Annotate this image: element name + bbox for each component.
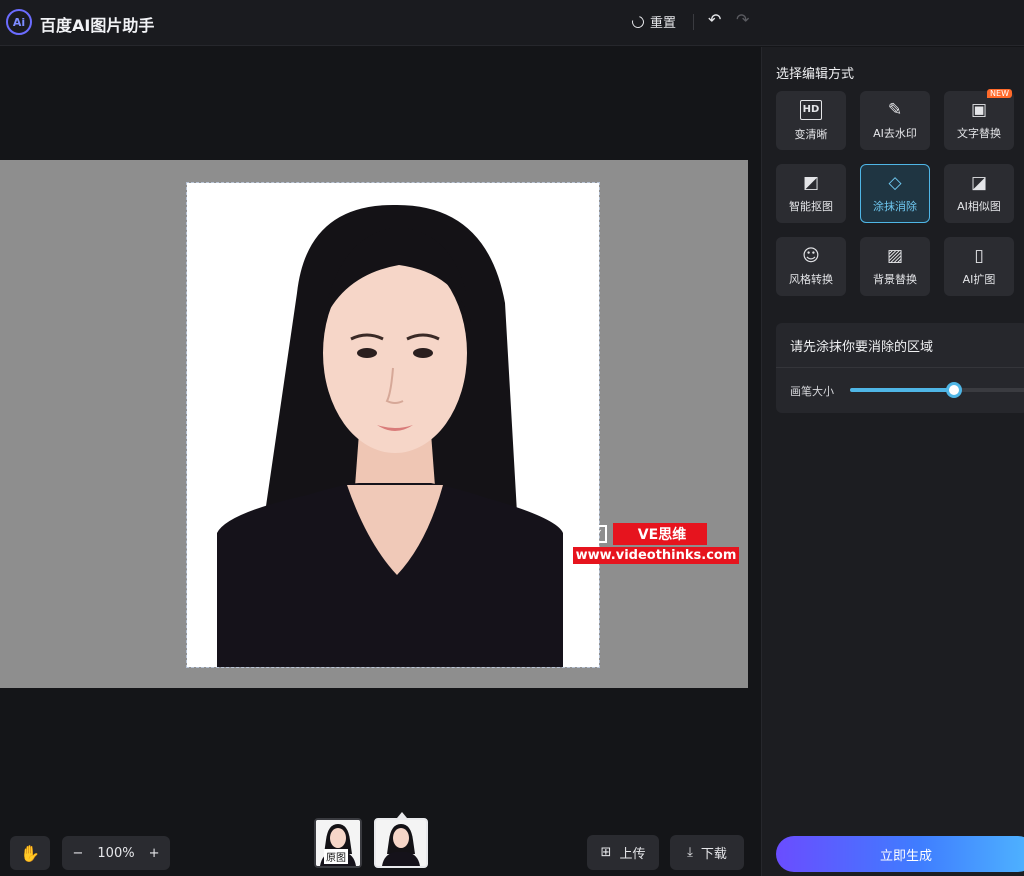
background-icon: ▨ bbox=[886, 245, 904, 266]
eraser-icon: ◇ bbox=[888, 172, 902, 193]
tool-label: AI去水印 bbox=[873, 126, 917, 140]
cutout-icon: ◩ bbox=[802, 172, 820, 193]
tool-label: AI相似图 bbox=[957, 199, 1001, 213]
erase-settings: 请先涂抹你要消除的区域 画笔大小 bbox=[776, 323, 1024, 413]
brush-size-slider[interactable] bbox=[850, 382, 1024, 398]
edit-panel: 选择编辑方式 HD 变清晰 ✎ AI去水印 NEW ▣ 文字替换 ◩ 智能抠图 … bbox=[761, 47, 1024, 876]
top-bar: Ai 百度AI图片助手 重置 ↶ ↷ bbox=[0, 0, 1024, 46]
download-label: 下载 bbox=[700, 847, 727, 862]
divider bbox=[776, 367, 1024, 368]
zoom-out-button[interactable]: − bbox=[73, 846, 84, 861]
tool-label: 背景替换 bbox=[873, 272, 917, 286]
tool-label: 文字替换 bbox=[957, 126, 1001, 140]
slider-handle[interactable] bbox=[946, 382, 962, 398]
undo-icon[interactable]: ↶ bbox=[708, 10, 721, 29]
tool-label: AI扩图 bbox=[962, 272, 996, 286]
tool-remove-watermark[interactable]: ✎ AI去水印 bbox=[860, 91, 930, 150]
new-badge: NEW bbox=[987, 89, 1012, 98]
tool-text-replace[interactable]: NEW ▣ 文字替换 bbox=[944, 89, 1014, 150]
hd-icon: HD bbox=[799, 99, 823, 120]
similar-image-icon: ◪ bbox=[970, 172, 988, 193]
zoom-level: 100% bbox=[97, 845, 135, 861]
smiley-icon: ☺ bbox=[802, 245, 820, 266]
tool-erase[interactable]: ◇ 涂抹消除 bbox=[860, 164, 930, 223]
tool-label: 涂抹消除 bbox=[873, 199, 917, 213]
panel-title: 选择编辑方式 bbox=[776, 67, 855, 82]
zoom-in-button[interactable]: + bbox=[149, 846, 160, 861]
canvas-area[interactable]: ✓ VE思维 www.videothinks.com bbox=[0, 47, 761, 876]
tool-similar-image[interactable]: ◪ AI相似图 bbox=[944, 164, 1014, 223]
upload-button[interactable]: ⊞ 上传 bbox=[587, 835, 659, 870]
reset-button[interactable]: 重置 bbox=[629, 12, 677, 31]
erase-hint: 请先涂抹你要消除的区域 bbox=[790, 340, 934, 355]
tool-smart-cutout[interactable]: ◩ 智能抠图 bbox=[776, 164, 846, 223]
tool-enhance[interactable]: HD 变清晰 bbox=[776, 91, 846, 150]
upload-label: 上传 bbox=[619, 847, 646, 862]
download-icon: ⤓ bbox=[687, 845, 693, 860]
hand-icon: ✋ bbox=[20, 843, 40, 863]
reset-icon bbox=[629, 13, 647, 30]
watermark-url: www.videothinks.com bbox=[573, 547, 739, 564]
brush-size-label: 画笔大小 bbox=[790, 385, 834, 398]
tool-label: 智能抠图 bbox=[789, 199, 833, 213]
thumbnail-original[interactable]: 原图 bbox=[314, 818, 362, 868]
text-box-icon: ▣ bbox=[970, 99, 988, 120]
app-title: 百度AI图片助手 bbox=[40, 16, 155, 35]
tool-style-transfer[interactable]: ☺ 风格转换 bbox=[776, 237, 846, 296]
slider-fill bbox=[850, 388, 954, 392]
download-button[interactable]: ⤓ 下载 bbox=[670, 835, 744, 870]
checkbox-icon: ✓ bbox=[589, 525, 607, 543]
reset-label: 重置 bbox=[650, 16, 677, 31]
tool-expand-image[interactable]: ▯ AI扩图 bbox=[944, 237, 1014, 296]
generate-button[interactable]: 立即生成 bbox=[776, 836, 1024, 872]
watermark: ✓ VE思维 www.videothinks.com bbox=[573, 523, 739, 564]
upload-icon: ⊞ bbox=[600, 845, 612, 860]
app-logo: Ai bbox=[6, 9, 32, 35]
thumbnail-image bbox=[376, 820, 426, 866]
redo-icon[interactable]: ↷ bbox=[736, 10, 749, 29]
thumbnail-current[interactable] bbox=[374, 818, 428, 868]
hand-tool-button[interactable]: ✋ bbox=[10, 836, 50, 870]
portrait-photo[interactable] bbox=[186, 182, 600, 668]
watermark-brand: VE思维 bbox=[613, 523, 707, 545]
expand-icon: ▯ bbox=[974, 245, 984, 266]
toolbar-divider bbox=[693, 14, 694, 30]
tool-label: 风格转换 bbox=[789, 272, 833, 286]
zoom-control: − 100% + bbox=[62, 836, 170, 870]
thumbnail-original-label: 原图 bbox=[324, 849, 348, 864]
tool-background-replace[interactable]: ▨ 背景替换 bbox=[860, 237, 930, 296]
magic-wand-icon: ✎ bbox=[887, 99, 903, 120]
tool-label: 变清晰 bbox=[794, 127, 828, 141]
